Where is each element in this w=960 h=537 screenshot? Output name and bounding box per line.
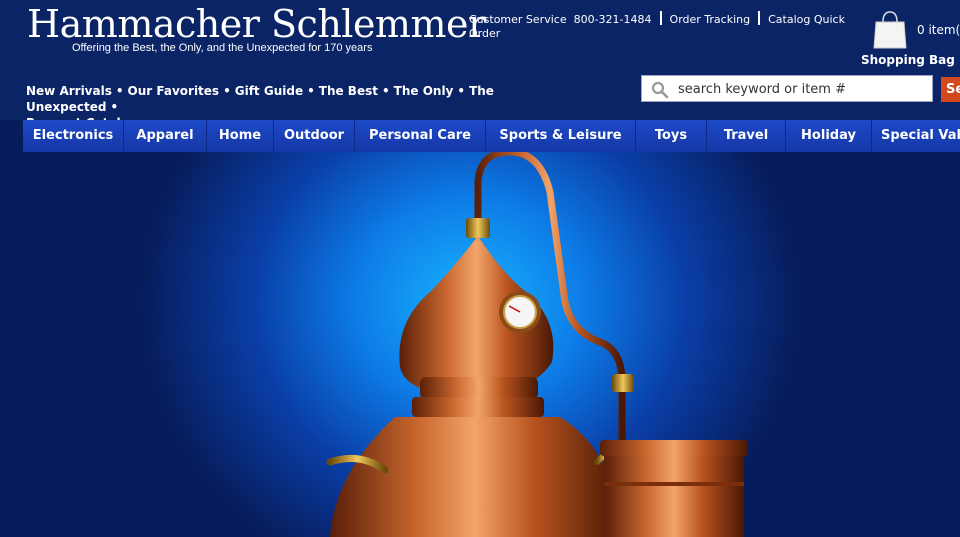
nav-electronics[interactable]: Electronics — [23, 120, 124, 152]
bullet: • — [381, 84, 390, 98]
shopping-bag-icon[interactable] — [872, 10, 908, 50]
order-tracking-link[interactable]: Order Tracking — [670, 13, 751, 26]
search-icon — [651, 81, 669, 99]
nav-holiday[interactable]: Holiday — [786, 120, 872, 152]
nav-apparel[interactable]: Apparel — [124, 120, 207, 152]
site-header: Hammacher Schlemmer Offering the Best, t… — [0, 0, 960, 130]
shopping-bag-link[interactable]: Shopping Bag — [861, 53, 955, 67]
category-nav: Electronics Apparel Home Outdoor Persona… — [23, 120, 960, 152]
brand-tagline: Offering the Best, the Only, and the Une… — [72, 42, 373, 54]
search-placeholder: search keyword or item # — [678, 82, 846, 97]
customer-service-link[interactable]: Customer Service — [469, 13, 567, 26]
nav-home[interactable]: Home — [207, 120, 274, 152]
utility-links: Customer Service 800-321-1484 Order Track… — [469, 11, 869, 41]
search-input[interactable]: search keyword or item # — [641, 75, 933, 102]
brand-logo[interactable]: Hammacher Schlemmer — [27, 2, 486, 46]
hero-banner[interactable] — [0, 152, 960, 537]
search-button[interactable]: Se — [941, 77, 960, 102]
nav-toys[interactable]: Toys — [636, 120, 707, 152]
bullet: • — [457, 84, 466, 98]
nav-outdoor[interactable]: Outdoor — [274, 120, 355, 152]
bullet: • — [110, 100, 119, 114]
quick-link-our-favorites[interactable]: Our Favorites — [128, 84, 220, 98]
phone-number: 800-321-1484 — [573, 13, 652, 26]
quick-link-gift-guide[interactable]: Gift Guide — [235, 84, 303, 98]
quick-link-the-only[interactable]: The Only — [394, 84, 454, 98]
quick-link-new-arrivals[interactable]: New Arrivals — [26, 84, 112, 98]
copper-still-image — [326, 152, 748, 537]
nav-personal-care[interactable]: Personal Care — [355, 120, 486, 152]
nav-sports-leisure[interactable]: Sports & Leisure — [486, 120, 636, 152]
bag-item-count[interactable]: 0 item( — [917, 23, 960, 37]
nav-travel[interactable]: Travel — [707, 120, 786, 152]
divider — [659, 11, 662, 25]
bullet: • — [115, 84, 124, 98]
bullet: • — [307, 84, 315, 98]
divider — [758, 11, 761, 25]
quick-link-the-best[interactable]: The Best — [319, 84, 378, 98]
nav-special-values[interactable]: Special Val — [872, 120, 960, 152]
bullet: • — [223, 84, 231, 98]
